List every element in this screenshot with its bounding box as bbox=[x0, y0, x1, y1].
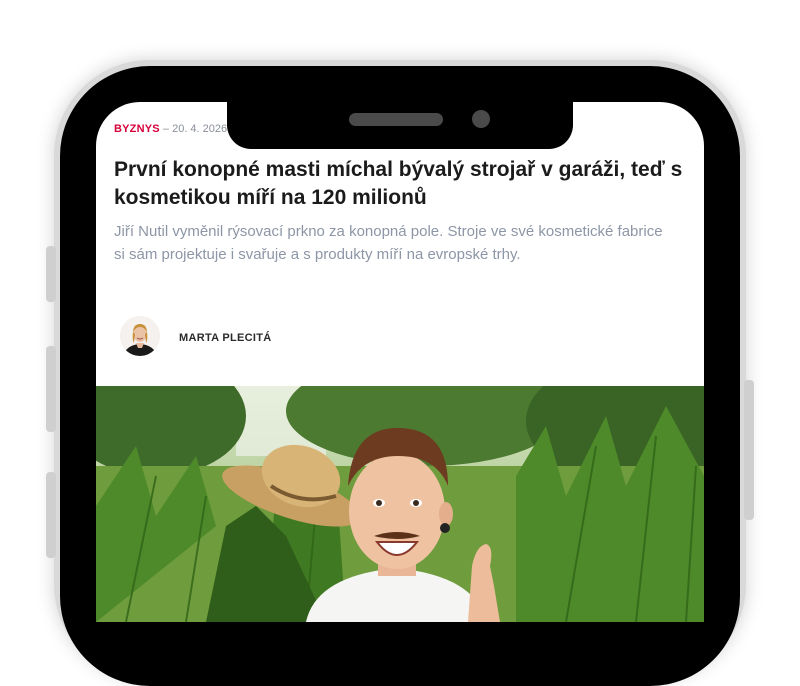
article-hero-image bbox=[96, 386, 704, 622]
phone-volume-up-button bbox=[46, 346, 56, 432]
category-link[interactable]: BYZNYS bbox=[114, 123, 160, 135]
phone-silent-switch bbox=[46, 246, 56, 302]
article-meta: BYZNYS – 20. 4. 2026 bbox=[114, 123, 227, 135]
author-name-link[interactable]: MARTA PLECITÁ bbox=[179, 332, 272, 344]
meta-separator: – bbox=[162, 123, 170, 135]
speaker-grille bbox=[349, 113, 443, 126]
phone-screen: BYZNYS – 20. 4. 2026 První konopné masti… bbox=[96, 102, 704, 622]
author-avatar[interactable] bbox=[120, 316, 160, 356]
phone-volume-down-button bbox=[46, 472, 56, 558]
phone-power-button bbox=[744, 380, 754, 520]
front-camera bbox=[472, 110, 490, 128]
article-date: 20. 4. 2026 bbox=[172, 123, 228, 135]
article-headline: První konopné masti míchal bývalý stroja… bbox=[114, 158, 683, 209]
article-perex: Jiří Nutil vyměnil rýsovací prkno za kon… bbox=[114, 223, 663, 263]
